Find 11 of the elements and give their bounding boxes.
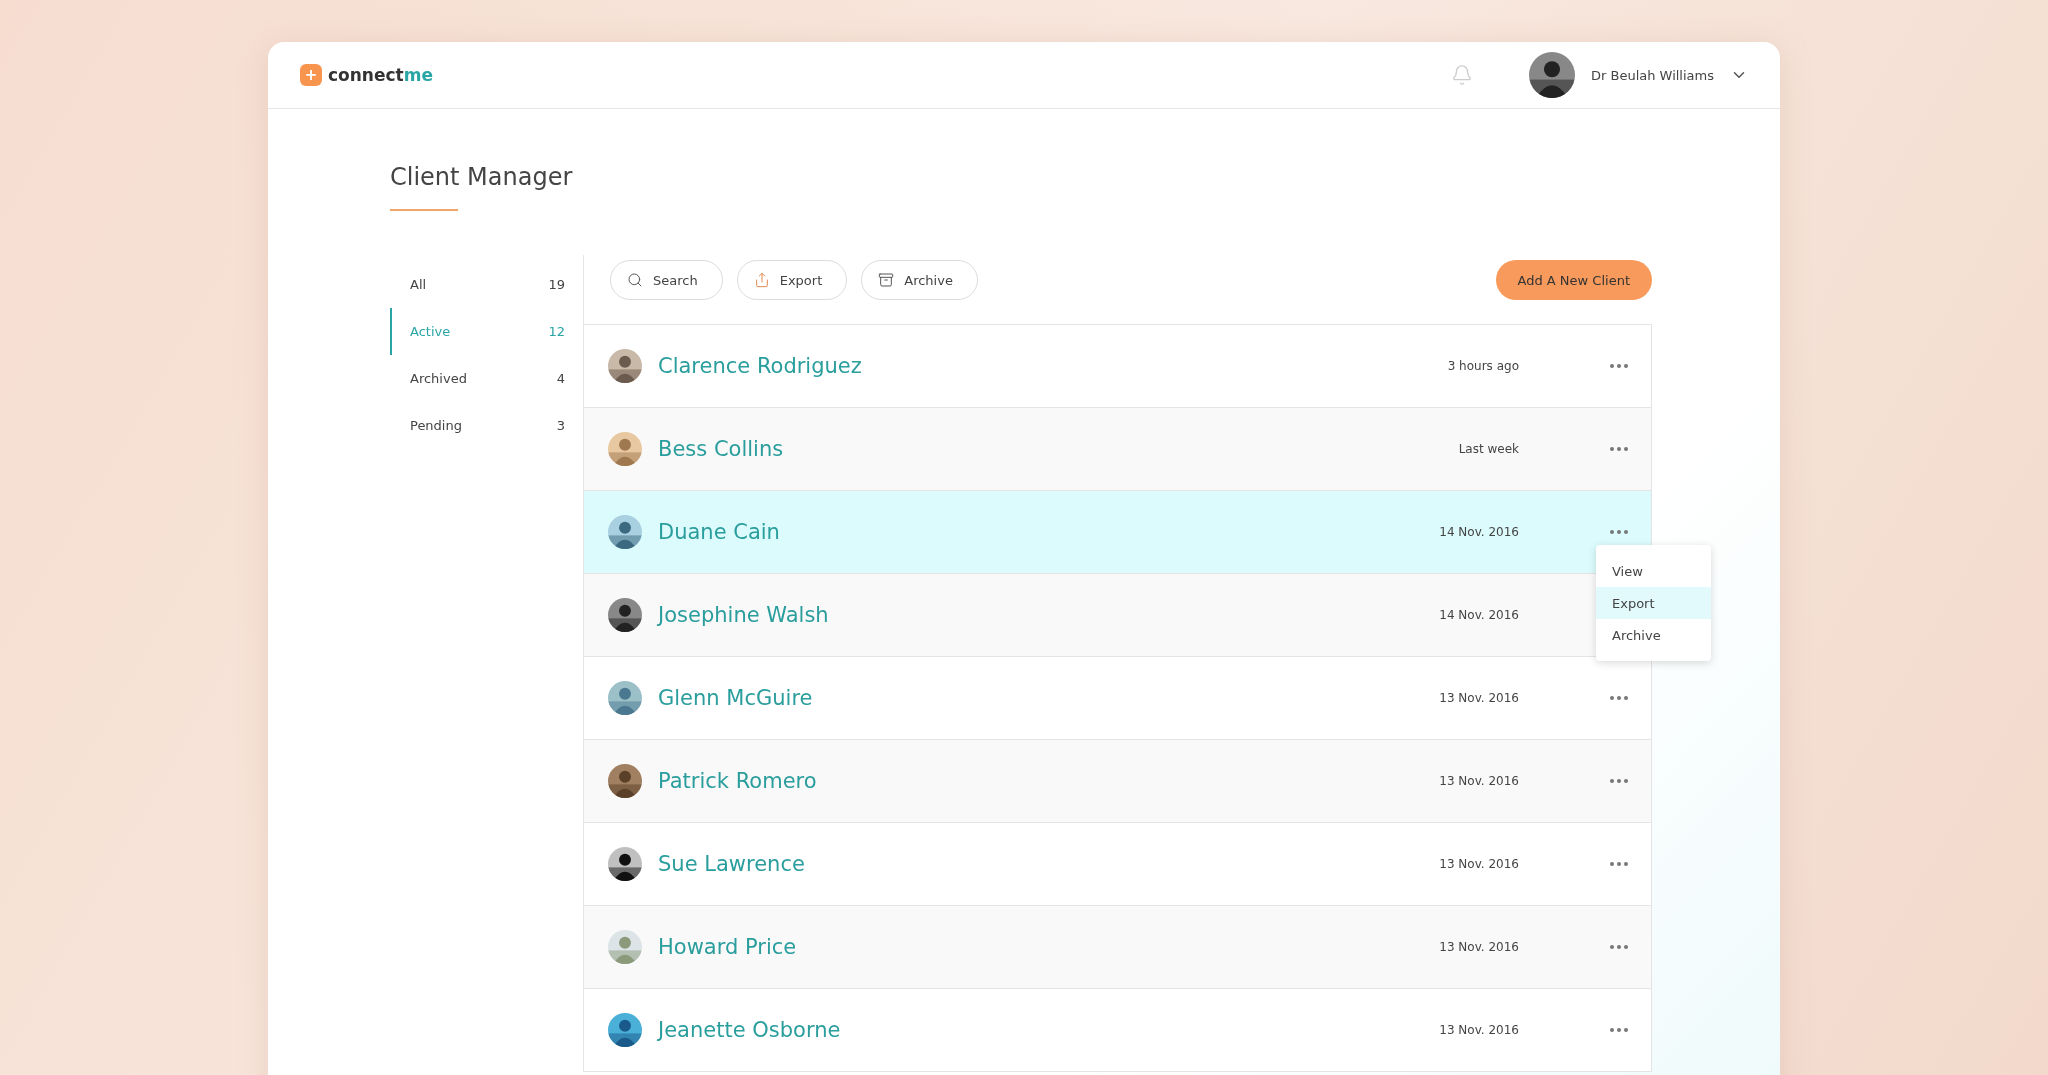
last-activity: 13 Nov. 2016	[1438, 857, 1519, 871]
logo: + connectme	[300, 64, 433, 86]
last-activity: 14 Nov. 2016	[1438, 525, 1519, 539]
last-activity: 3 hours ago	[1446, 359, 1519, 373]
page-title: Client Manager	[390, 163, 574, 191]
last-activity: 13 Nov. 2016	[1438, 1023, 1519, 1037]
last-activity: 13 Nov. 2016	[1438, 691, 1519, 705]
last-activity: Last week	[1457, 442, 1519, 456]
last-activity: 13 Nov. 2016	[1438, 940, 1519, 954]
last-activity: 14 Nov. 2016	[1438, 608, 1519, 622]
last-activity: 13 Nov. 2016	[1438, 774, 1519, 788]
